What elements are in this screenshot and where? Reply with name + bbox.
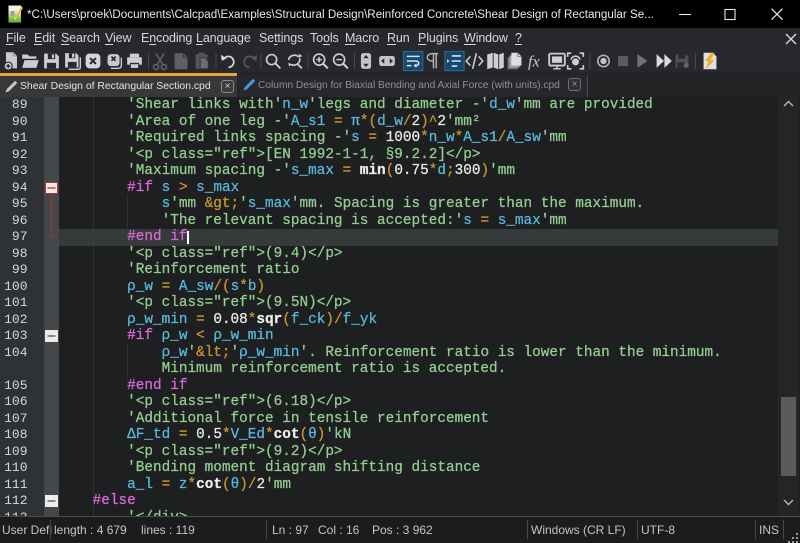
svg-text:fx: fx	[528, 54, 540, 71]
